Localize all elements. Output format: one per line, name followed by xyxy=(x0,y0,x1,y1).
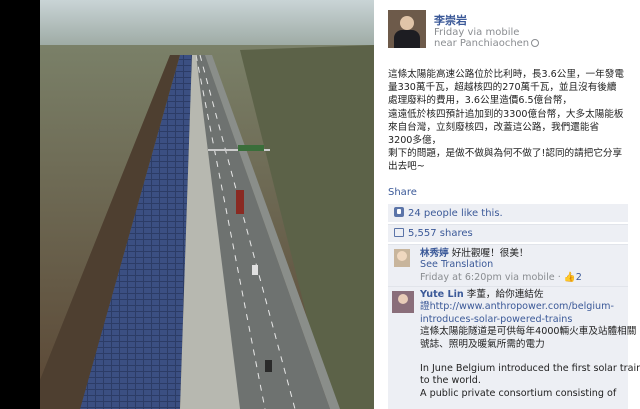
commenter-avatar[interactable] xyxy=(394,249,410,267)
comment-meta: Friday at 6:20pm via mobile · 👍2 xyxy=(420,272,582,283)
shares-row[interactable]: 5,557 shares xyxy=(388,224,628,242)
post-line: 處理廢料的費用，3.6公里造價6.5億台幣， xyxy=(388,95,573,107)
post-header: 李崇岩 Friday via mobile near Panchiaochen xyxy=(388,10,628,54)
see-translation-link[interactable]: See Translation xyxy=(420,259,493,270)
thumbs-up-icon[interactable]: 👍 xyxy=(564,272,576,283)
post-time[interactable]: Friday via mobile xyxy=(434,27,519,38)
comment-time: Friday at 6:20pm via mobile · xyxy=(420,272,564,283)
author-name[interactable]: 李崇岩 xyxy=(434,12,467,28)
comment-line-text: 李董，給你連結佐 xyxy=(466,289,544,300)
commenter-name[interactable]: 林秀婷 xyxy=(420,248,449,259)
likes-row[interactable]: 24 people like this. xyxy=(388,204,628,222)
shares-count[interactable]: 5,557 shares xyxy=(408,228,473,239)
commenter-avatar[interactable] xyxy=(392,291,414,313)
comment: Yute Lin 李董，給你連結佐 證http://www.anthropower… xyxy=(388,286,640,409)
comment-link[interactable]: introduces-solar-powered-trains xyxy=(420,314,625,326)
comment-line: to the world. xyxy=(420,375,481,387)
share-link[interactable]: Share xyxy=(388,187,417,198)
comment-line: A public private consortium consisting o… xyxy=(420,387,617,399)
post-line: 3200多億， xyxy=(388,135,442,147)
likes-count[interactable]: 24 people like this. xyxy=(408,208,503,219)
comment: 林秀婷 好壯觀喔！很美！ See Translation Friday at 6:… xyxy=(388,244,628,286)
comment-line: 號誌、照明及暖氣所需的電力 xyxy=(420,338,545,350)
share-icon xyxy=(394,228,404,237)
post-line: 這條太陽能高速公路位於比利時，長3.6公里，一年發電 xyxy=(388,69,624,80)
post-location-text[interactable]: near Panchiaochen xyxy=(434,38,529,49)
post-line: 遠遠低於核四預計追加到的3300億台幣，大多太陽能板 xyxy=(388,108,624,120)
comment-like-count[interactable]: 2 xyxy=(576,272,582,283)
post-line: 來自台灣，立刻廢核四，改蓋這公路，我們還能省 xyxy=(388,121,600,133)
solar-highway-photo[interactable] xyxy=(40,0,374,409)
comment-link[interactable]: 證http://www.anthropower.com/belgium- xyxy=(420,301,625,313)
comment-text: Yute Lin 李董，給你連結佐 證http://www.anthropower… xyxy=(420,289,640,400)
post-text: 這條太陽能高速公路位於比利時，長3.6公里，一年發電 量330萬千瓦，超越核四的… xyxy=(388,68,628,174)
thumbs-up-icon xyxy=(394,207,404,217)
comment-line: In June Belgium introduced the first sol… xyxy=(420,363,640,375)
globe-icon xyxy=(531,39,540,47)
commenter-name[interactable]: Yute Lin xyxy=(420,289,464,300)
comment-body: 好壯觀喔！很美！ xyxy=(451,248,529,259)
post-line: 量330萬千瓦，超越核四的270萬千瓦，並且沒有後續 xyxy=(388,82,617,94)
post-line: 出去吧~ xyxy=(388,161,425,173)
comment-line: 這條太陽能隧道是可供每年4000輛火車及站體相關 xyxy=(420,326,637,338)
post-line: 剩下的問題，是做不做與為何不做了!認同的請把它分享 xyxy=(388,148,623,160)
post-location: near Panchiaochen xyxy=(434,38,540,49)
author-avatar[interactable] xyxy=(388,10,426,48)
comment-line: Yute Lin 李董，給你連結佐 xyxy=(420,289,625,301)
